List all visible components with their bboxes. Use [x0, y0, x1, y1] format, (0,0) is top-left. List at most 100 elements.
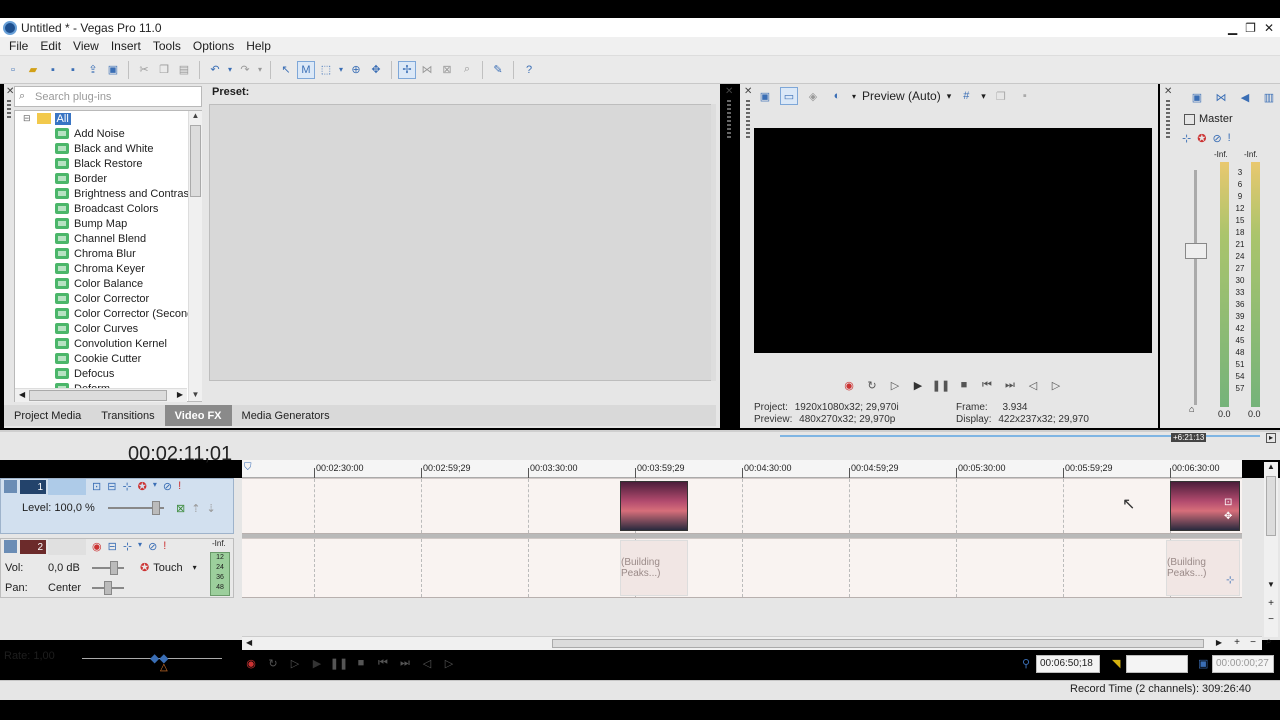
new-icon[interactable]: ▫ — [4, 61, 22, 79]
main-previous-frame-icon[interactable]: ◁ — [418, 654, 436, 672]
open-icon[interactable]: ▰ — [24, 61, 42, 79]
invert-phase-icon[interactable]: ⊟ — [108, 540, 117, 553]
main-go-to-start-icon[interactable]: ⏮ — [374, 654, 392, 672]
master-checkbox[interactable] — [1184, 113, 1195, 125]
video-track-lane[interactable] — [242, 478, 1242, 534]
selection-tool-icon[interactable]: ⬚ — [317, 61, 335, 79]
main-loop-icon[interactable]: ↻ — [264, 654, 282, 672]
event-fx-icon[interactable]: ✥ — [1224, 511, 1232, 522]
menu-help[interactable]: Help — [240, 39, 277, 53]
close-preview-icon[interactable]: ✕ — [744, 86, 752, 97]
track-minimize-icon[interactable] — [4, 480, 17, 493]
main-play-icon[interactable]: ▶ — [308, 654, 326, 672]
track-solo-icon[interactable]: ! — [178, 480, 181, 493]
dim-output-icon[interactable]: ◀ — [1236, 88, 1254, 106]
redo-dropdown-icon[interactable]: ▾ — [256, 61, 264, 79]
record-icon[interactable]: ◉ — [840, 376, 858, 394]
lock-envelopes-icon[interactable]: ⌕ — [458, 61, 476, 79]
main-record-icon[interactable]: ◉ — [242, 654, 260, 672]
loop-icon[interactable]: ↻ — [863, 376, 881, 394]
audio-clip[interactable]: (Building Peaks...) — [620, 540, 688, 596]
save-as-icon[interactable]: ▪ — [64, 61, 82, 79]
quality-dropdown-icon[interactable]: ▾ — [947, 91, 952, 102]
level-slider-knob[interactable] — [152, 501, 160, 515]
master-mute-icon[interactable]: ⊘ — [1212, 132, 1221, 145]
track-automation-icon[interactable]: ⊹ — [122, 480, 131, 493]
audio-track-lane[interactable] — [242, 538, 1242, 598]
panel-grip[interactable] — [7, 100, 11, 120]
main-next-frame-icon[interactable]: ▷ — [440, 654, 458, 672]
track-fx-dropdown-icon[interactable]: ▾ — [153, 480, 157, 493]
paste-icon[interactable]: ▤ — [175, 61, 193, 79]
preview-quality-select[interactable]: Preview (Auto) — [862, 89, 941, 103]
automation-mode-icon[interactable]: ✪ — [140, 561, 149, 574]
plugin-tree[interactable]: ⊟ All Add Noise Black and White Black Rest… — [14, 110, 202, 402]
fader-lock-icon[interactable]: ⌂ — [1189, 404, 1194, 414]
menu-options[interactable]: Options — [187, 39, 240, 53]
plugin-item[interactable]: Black and White — [15, 141, 201, 156]
audio-automation-icon[interactable]: ⊹ — [123, 540, 132, 553]
menu-view[interactable]: View — [67, 39, 105, 53]
pan-slider-knob[interactable] — [104, 581, 112, 595]
automation-dropdown-icon[interactable]: ▾ — [193, 563, 197, 572]
main-pause-icon[interactable]: ❚❚ — [330, 654, 348, 672]
make-child-icon[interactable]: ⇣ — [206, 502, 215, 515]
plugin-item[interactable]: Color Balance — [15, 276, 201, 291]
menu-insert[interactable]: Insert — [105, 39, 147, 53]
preview-fx-bypass-icon[interactable]: ◈ — [804, 87, 822, 105]
zoom-tool-icon[interactable]: ⊕ — [347, 61, 365, 79]
timeline-horizontal-scrollbar[interactable]: ◀ ▶ + − — [242, 636, 1262, 650]
properties-icon[interactable]: ▣ — [104, 61, 122, 79]
overlays-dropdown-icon[interactable]: ▾ — [981, 91, 986, 102]
arm-record-icon[interactable]: ◉ — [92, 540, 102, 553]
snap-icon[interactable]: ✢ — [398, 60, 416, 79]
undo-dropdown-icon[interactable]: ▾ — [226, 61, 234, 79]
plugin-item[interactable]: Channel Blend — [15, 231, 201, 246]
audio-clip[interactable]: (Building Peaks...) — [1166, 540, 1240, 596]
playhead-icon[interactable]: ⛉ — [244, 462, 252, 473]
marker-flag-icon[interactable]: ▸ — [1266, 433, 1276, 443]
timeline-vertical-scrollbar[interactable]: ▲ ▼ + − — [1264, 462, 1278, 637]
audio-event-fx-icon[interactable]: ⊹ — [1226, 575, 1234, 586]
menu-edit[interactable]: Edit — [34, 39, 67, 53]
stop-icon[interactable]: ■ — [955, 376, 973, 394]
track-motion-icon[interactable]: ⊡ — [92, 480, 101, 493]
copy-icon[interactable]: ❐ — [155, 61, 173, 79]
master-automation-icon[interactable]: ⊹ — [1182, 132, 1191, 145]
menu-tools[interactable]: Tools — [147, 39, 187, 53]
vol-slider-knob[interactable] — [110, 561, 118, 575]
go-to-start-icon[interactable]: ⏮ — [978, 376, 996, 394]
split-dropdown-icon[interactable]: ▾ — [852, 92, 856, 101]
collapse-icon[interactable]: ⊟ — [23, 113, 31, 124]
ignore-grouping-icon[interactable]: ✎ — [489, 61, 507, 79]
plugin-item[interactable]: Black Restore — [15, 156, 201, 171]
close-plugin-panel-icon[interactable]: ✕ — [725, 86, 733, 97]
previous-frame-icon[interactable]: ◁ — [1024, 376, 1042, 394]
audio-track-name-input[interactable] — [48, 539, 86, 555]
master-fader[interactable] — [1185, 243, 1207, 259]
cursor-time-field[interactable]: 00:06:50;18 — [1036, 655, 1100, 673]
compositing-mode-icon[interactable]: ⊠ — [176, 502, 185, 515]
tool-dropdown-icon[interactable]: ▾ — [337, 61, 345, 79]
save-snapshot-icon[interactable]: ▪ — [1016, 87, 1034, 105]
tab-project-media[interactable]: Project Media — [4, 405, 91, 426]
main-go-to-end-icon[interactable]: ⏭ — [396, 654, 414, 672]
plugin-item[interactable]: Color Corrector (Seconda — [15, 306, 201, 321]
plugin-item[interactable]: Convolution Kernel — [15, 336, 201, 351]
audio-automation-dropdown-icon[interactable]: ▾ — [138, 540, 142, 553]
event-pan-crop-icon[interactable]: ⊡ — [1224, 497, 1232, 508]
master-solo-icon[interactable]: ! — [1228, 132, 1231, 145]
split-tool-icon[interactable]: ✥ — [367, 61, 385, 79]
tab-media-generators[interactable]: Media Generators — [232, 405, 340, 426]
tree-vertical-scrollbar[interactable]: ▲ ▼ — [188, 111, 202, 401]
close-master-icon[interactable]: ✕ — [1164, 86, 1172, 97]
tab-transitions[interactable]: Transitions — [91, 405, 164, 426]
save-icon[interactable]: ▪ — [44, 61, 62, 79]
plugin-item[interactable]: Color Curves — [15, 321, 201, 336]
restore-button[interactable]: ❐ — [1245, 21, 1256, 35]
plugin-item[interactable]: Bump Map — [15, 216, 201, 231]
selection-length-field[interactable]: 00:00:00;27 — [1212, 655, 1274, 673]
split-screen-icon[interactable]: ◐ — [828, 87, 846, 105]
help-icon[interactable]: ? — [520, 61, 538, 79]
make-parent-icon[interactable]: ⇡ — [191, 502, 200, 515]
